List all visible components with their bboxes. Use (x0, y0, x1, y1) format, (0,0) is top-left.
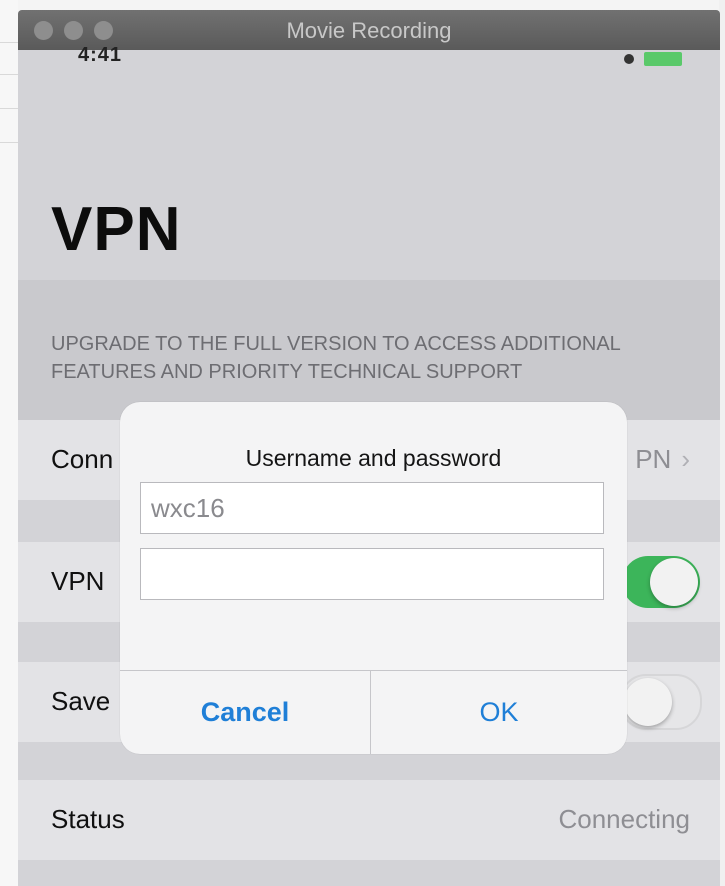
vpn-toggle[interactable] (622, 556, 700, 608)
wifi-icon (624, 54, 634, 64)
password-field[interactable] (140, 548, 604, 600)
status-bar-time: 4:41 (78, 44, 123, 66)
connection-label: Conn (51, 444, 114, 474)
page-title: VPN (51, 195, 182, 264)
upgrade-section-header: UPGRADE TO THE FULL VERSION TO ACCESS AD… (18, 280, 720, 420)
status-label: Status (51, 804, 125, 834)
zoom-window-button[interactable] (94, 21, 113, 40)
window-titlebar[interactable]: Movie Recording (18, 10, 720, 50)
battery-icon (644, 52, 682, 66)
window-title: Movie Recording (286, 18, 452, 43)
minimize-window-button[interactable] (64, 21, 83, 40)
save-label: Save (51, 686, 111, 716)
alert-title: Username and password (245, 445, 502, 471)
connection-value: PN › (635, 444, 690, 474)
status-row: Status Connecting (18, 780, 720, 860)
movie-recording-window: Movie Recording 4:41 VPN UPGRADE TO THE … (18, 10, 720, 886)
ok-button[interactable]: OK (371, 670, 627, 754)
close-window-button[interactable] (34, 21, 53, 40)
cancel-button[interactable]: Cancel (120, 670, 370, 754)
chevron-right-icon: › (681, 444, 690, 474)
status-value: Connecting (558, 804, 690, 834)
username-field[interactable] (140, 482, 604, 534)
upgrade-notice[interactable]: UPGRADE TO THE FULL VERSION TO ACCESS AD… (51, 330, 701, 386)
toggle-knob (624, 678, 672, 726)
credentials-alert: Username and password Cancel OK (120, 402, 627, 754)
vpn-label: VPN (51, 566, 105, 596)
desktop-background (0, 0, 18, 886)
status-bar-indicators (614, 52, 694, 68)
save-toggle[interactable] (620, 674, 702, 730)
ios-screen: 4:41 VPN UPGRADE TO THE FULL VERSION TO … (18, 44, 720, 886)
toggle-knob (650, 558, 698, 606)
